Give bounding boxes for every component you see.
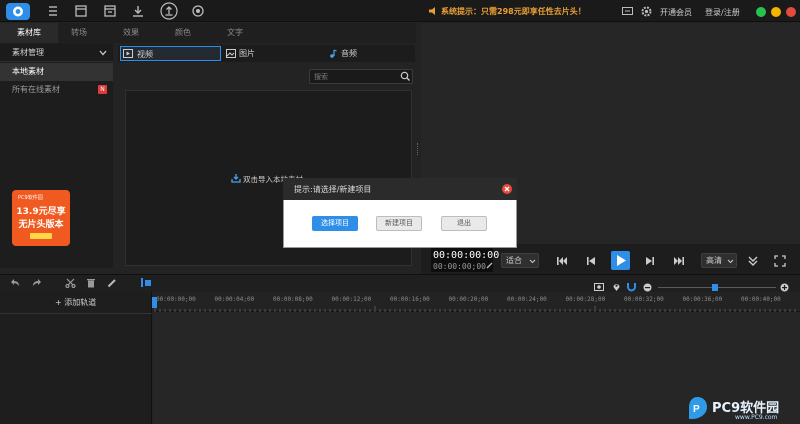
exit-button[interactable]: 退出 xyxy=(441,216,487,231)
sidebar-item-online[interactable]: 所有在线素材 xyxy=(0,81,113,99)
minimize-window-button[interactable] xyxy=(771,7,781,17)
location-pin-icon[interactable] xyxy=(612,282,621,292)
ruler-tick-label: 00:00:36;00 xyxy=(682,296,723,303)
ruler-tick-label: 00:00:12;00 xyxy=(331,296,372,303)
ruler-tick-label: 00:00:00;00 xyxy=(156,296,196,303)
tab-color[interactable]: 颜色 xyxy=(154,23,212,43)
login-link[interactable]: 登录/注册 xyxy=(705,7,740,18)
menu-icon[interactable] xyxy=(44,2,62,20)
zoom-out-icon[interactable] xyxy=(643,283,652,292)
previous-frame-icon[interactable] xyxy=(584,254,598,268)
timeline-toolbar xyxy=(0,274,800,292)
video-tab-label: 视频 xyxy=(137,50,153,59)
svg-text:P: P xyxy=(693,404,700,415)
tab-text[interactable]: 文字 xyxy=(206,23,264,43)
image-icon xyxy=(226,49,236,58)
promo-cta xyxy=(30,233,52,239)
restore-window-button[interactable] xyxy=(756,7,766,17)
undo-icon[interactable] xyxy=(10,278,21,288)
record-icon[interactable] xyxy=(189,2,207,20)
ruler-ticks xyxy=(154,306,796,312)
music-note-icon xyxy=(328,49,337,58)
next-frame-icon[interactable] xyxy=(643,254,657,268)
delete-icon[interactable] xyxy=(86,278,96,288)
open-member-link[interactable]: 开通会员 xyxy=(660,7,692,18)
track-divider xyxy=(0,313,152,314)
material-manager-label: 素材管理 xyxy=(12,48,44,57)
message-icon[interactable] xyxy=(622,7,633,16)
quality-select-value: 高清 xyxy=(706,256,722,265)
tab-transition[interactable]: 转场 xyxy=(50,23,108,43)
play-button[interactable] xyxy=(611,251,630,270)
search-input[interactable]: 搜索 xyxy=(309,69,413,84)
ruler-tick-label: 00:00:08;00 xyxy=(273,296,313,303)
download-icon[interactable] xyxy=(129,2,147,20)
ruler-tick-label: 00:00:20;00 xyxy=(448,296,489,303)
new-badge: N xyxy=(98,85,107,94)
sidebar-item-local[interactable]: 本地素材 xyxy=(0,63,113,81)
dialog-close-button[interactable] xyxy=(502,184,512,194)
export-icon[interactable] xyxy=(160,2,178,20)
timecode-main: 00:00:00:00 xyxy=(433,250,500,261)
zoom-in-icon[interactable] xyxy=(780,283,789,292)
panel-splitter-handle[interactable] xyxy=(417,143,419,155)
search-icon[interactable] xyxy=(400,71,410,81)
zoom-slider-handle[interactable] xyxy=(712,284,718,291)
chevron-down-icon xyxy=(529,259,536,264)
fit-select-value: 适合 xyxy=(506,256,522,265)
playhead-marker[interactable] xyxy=(152,297,157,308)
tab-image[interactable]: 图片 xyxy=(223,46,323,61)
video-icon xyxy=(123,49,133,58)
cut-icon[interactable] xyxy=(65,278,76,288)
app-logo-icon xyxy=(6,3,30,20)
add-track-button[interactable]: + 添加轨道 xyxy=(55,297,96,308)
ruler-tick-label: 00:00:40;00 xyxy=(741,296,781,303)
select-project-button[interactable]: 选择项目 xyxy=(312,216,358,231)
double-chevron-down-icon[interactable] xyxy=(746,254,760,268)
sidebar-item-label: 所有在线素材 xyxy=(12,85,60,94)
fullscreen-icon[interactable] xyxy=(773,254,787,268)
promo-banner[interactable]: PC9软件园 13.9元尽享 无片头版本 xyxy=(12,190,70,246)
snapshot-icon[interactable] xyxy=(594,282,604,291)
chevron-down-icon xyxy=(727,259,734,264)
track-header-panel xyxy=(0,292,152,424)
library-tabs: 素材库 转场 效果 颜色 文字 xyxy=(0,23,416,43)
ruler-tick-label: 00:00:16;00 xyxy=(390,296,430,303)
system-notice[interactable]: 系统提示：只需298元即享任性去片头！ xyxy=(441,6,586,17)
tab-audio[interactable]: 音频 xyxy=(325,46,413,61)
ruler-tick-label: 00:00:28;00 xyxy=(565,296,606,303)
skip-to-end-icon[interactable] xyxy=(672,254,686,268)
watermark-logo-icon: P xyxy=(686,396,708,420)
watermark-url: www.PC9.com xyxy=(735,414,778,421)
promo-line1: 13.9元尽享 xyxy=(16,207,66,217)
settings-gear-icon[interactable] xyxy=(641,6,652,17)
tab-video[interactable]: 视频 xyxy=(120,46,221,61)
material-manager-header[interactable]: 素材管理 xyxy=(0,44,113,62)
ruler-tick-label: 00:00:32;00 xyxy=(624,296,664,303)
timecode-sub: 00:00:00;00 xyxy=(433,262,486,271)
new-project-button[interactable]: 新建项目 xyxy=(376,216,422,231)
search-placeholder: 搜索 xyxy=(314,73,328,81)
edit-pencil-icon[interactable] xyxy=(107,278,117,288)
import-icon xyxy=(231,173,241,183)
chevron-down-icon[interactable] xyxy=(99,50,107,56)
magnet-icon[interactable] xyxy=(627,282,636,292)
ruler-tick-label: 00:00:04;00 xyxy=(214,296,255,303)
redo-icon[interactable] xyxy=(31,278,42,288)
promo-brand: PC9软件园 xyxy=(18,195,43,201)
close-window-button[interactable] xyxy=(786,7,796,17)
dialog-title: 提示:请选择/新建项目 xyxy=(294,185,372,194)
tab-effects[interactable]: 效果 xyxy=(102,23,160,43)
notice-speaker-icon xyxy=(428,6,438,16)
edit-timecode-icon[interactable] xyxy=(486,262,493,269)
open-project-icon[interactable] xyxy=(101,2,119,20)
new-project-icon[interactable] xyxy=(72,2,90,20)
skip-to-start-icon[interactable] xyxy=(555,254,569,268)
track-split-icon[interactable] xyxy=(140,277,152,288)
image-tab-label: 图片 xyxy=(239,49,255,58)
promo-line2: 无片头版本 xyxy=(18,220,64,230)
sidebar-item-label: 本地素材 xyxy=(12,67,44,76)
audio-tab-label: 音频 xyxy=(341,49,357,58)
ruler-tick-label: 00:00:24;00 xyxy=(507,296,547,303)
